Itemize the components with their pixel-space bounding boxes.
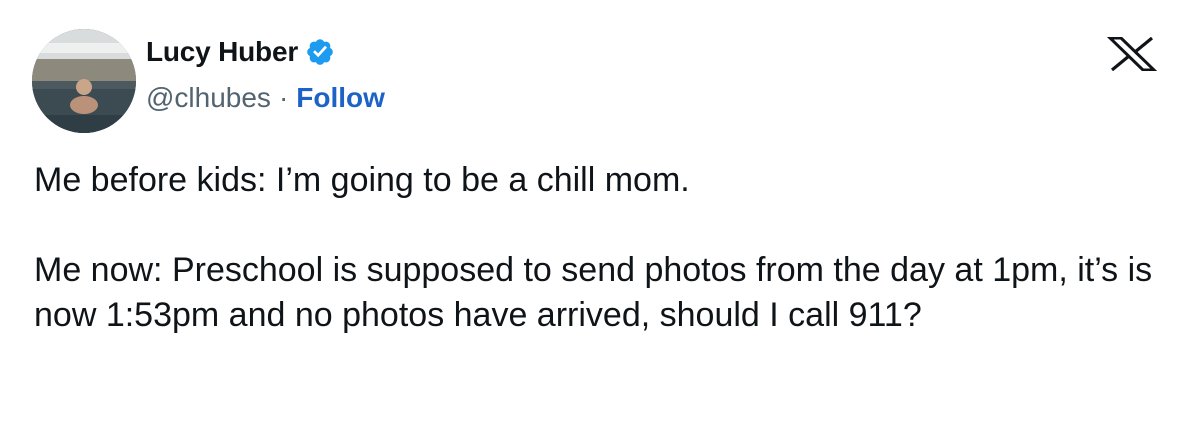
handle[interactable]: @clhubes (146, 82, 271, 114)
tweet-paragraph: Me now: Preschool is supposed to send ph… (34, 251, 1153, 334)
separator-dot: · (278, 82, 289, 113)
tweet-text: Me before kids: I’m going to be a chill … (34, 158, 1154, 338)
tweet-paragraph: Me before kids: I’m going to be a chill … (34, 161, 690, 199)
handle-row: @clhubes · Follow (146, 78, 385, 118)
avatar-photo (32, 29, 136, 133)
author-info: Lucy Huber @clhubes · Follow (146, 32, 385, 118)
avatar[interactable] (32, 29, 136, 133)
name-row: Lucy Huber (146, 32, 385, 72)
follow-button[interactable]: Follow (296, 82, 385, 114)
x-logo-icon[interactable] (1104, 36, 1160, 72)
display-name[interactable]: Lucy Huber (146, 36, 298, 68)
verified-badge-icon (305, 37, 335, 67)
tweet-card: Lucy Huber @clhubes · Follow Me before k… (0, 0, 1188, 430)
